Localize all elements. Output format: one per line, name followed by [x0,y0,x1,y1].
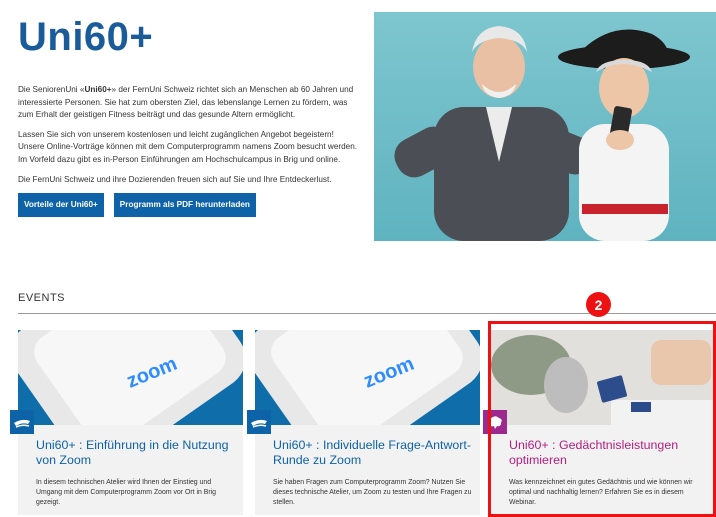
intro-paragraph-2: Lassen Sie sich von unserem kostenlosen … [18,129,358,164]
hero-intro: Uni60+ Die SeniorenUni «Uni60+» der Fern… [18,14,358,218]
hero-buttons: Vorteile der Uni60+ Programm als PDF her… [18,193,358,218]
seniors-photo-illustration [394,26,690,241]
advantages-button[interactable]: Vorteile der Uni60+ [18,193,104,218]
download-pdf-button[interactable]: Programm als PDF herunterladen [113,193,256,218]
zoom-phone-image: zoom [255,330,480,425]
event-title[interactable]: Uni60+ : Individuelle Frage-Antwort-Rund… [273,438,473,467]
event-description: In diesem technischen Atelier wird Ihnen… [36,479,216,506]
event-card-zoom-qa[interactable]: zoom Uni60+ : Individuelle Frage-Antwort… [247,330,480,515]
page-title: Uni60+ [18,15,154,59]
zoom-tech-tag-icon [10,410,34,434]
intro-paragraph-1: Die SeniorenUni «Uni60+» der FernUni Sch… [18,85,354,120]
zoom-tech-tag-icon [247,410,271,434]
hero-photo [374,12,716,241]
zoom-phone-image: zoom [18,330,243,425]
event-title[interactable]: Uni60+ : Einführung in die Nutzung von Z… [36,438,236,467]
annotation-badge: 2 [586,292,611,317]
event-description: Sie haben Fragen zum Computerprogramm Zo… [273,479,472,506]
event-card-zoom-intro[interactable]: zoom Uni60+ : Einführung in die Nutzung … [10,330,243,515]
events-divider [18,313,716,314]
intro-paragraph-3: Die FernUni Schweiz und ihre Dozierenden… [18,174,332,184]
highlight-box [488,321,716,517]
events-heading: EVENTS [18,292,66,304]
